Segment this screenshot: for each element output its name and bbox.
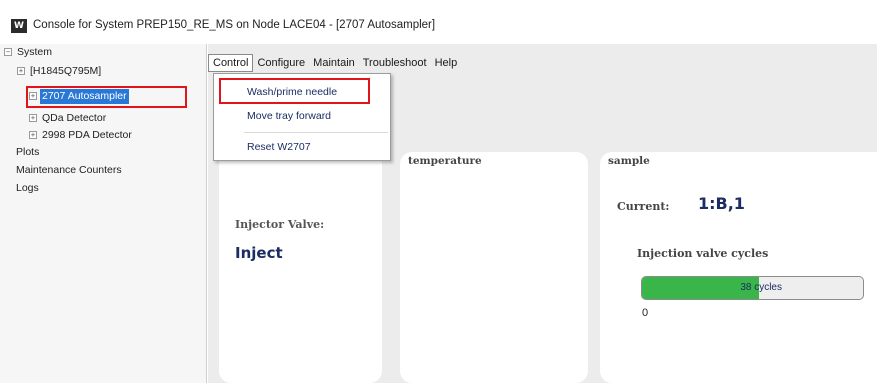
injection-cycles-text: 38 cycles [740,282,782,293]
injector-panel: Injector Valve: Inject [219,152,382,383]
injection-cycles-min: 0 [642,307,649,319]
tree-item-plots[interactable]: Plots [14,145,41,160]
tree-item-label: Logs [16,182,39,194]
current-sample-label: Current: [617,200,670,213]
menu-maintain[interactable]: Maintain [309,54,359,72]
menu-configure[interactable]: Configure [253,54,309,72]
tree-item-pda-detector[interactable]: +2998 PDA Detector [29,128,134,143]
tree-item-label: Plots [16,146,40,158]
expand-icon[interactable]: + [29,131,37,139]
tree-item-system-id[interactable]: + [H1845Q795M] [17,64,103,79]
tree-item-label: 2998 PDA Detector [42,129,132,141]
tree-item-logs[interactable]: Logs [14,181,41,196]
expand-icon[interactable]: + [29,114,37,122]
menu-bar: Control Configure Maintain Troubleshoot Help [208,54,461,72]
tree-item-label: QDa Detector [42,112,107,124]
sample-panel: sample Current: 1:B,1 Injection valve cy… [600,152,877,383]
window-title: Console for System PREP150_RE_MS on Node… [33,19,436,31]
tree-item-label: Maintenance Counters [16,164,122,176]
menu-help[interactable]: Help [431,54,462,72]
tree-item-label: System [17,46,53,58]
menu-item-move-tray-forward[interactable]: Move tray forward [214,105,390,127]
temperature-panel: temperature [400,152,588,383]
temperature-title: temperature [408,155,482,167]
current-sample-value: 1:B,1 [698,194,745,213]
menu-control[interactable]: Control [208,54,254,72]
collapse-icon[interactable]: − [4,48,12,56]
highlight-box-wash-prime [219,78,370,104]
tree-item-qda-detector[interactable]: + QDa Detector [29,111,108,126]
tree-item-label: [H1845Q795M] [30,65,102,77]
sample-title: sample [608,155,650,167]
menu-separator [244,132,388,133]
injector-valve-label: Injector Valve: [235,218,325,231]
app-icon: W [11,19,27,33]
expand-icon[interactable]: + [17,67,25,75]
tree-item-maintenance-counters[interactable]: Maintenance Counters [14,163,124,178]
window-title-bar: W Console for System PREP150_RE_MS on No… [0,0,877,42]
menu-item-reset-w2707[interactable]: Reset W2707 [214,136,390,158]
highlight-box-autosampler [26,86,187,108]
tree-item-system[interactable]: − System [4,45,54,60]
injector-valve-value: Inject [235,244,283,262]
injection-cycles-label: Injection valve cycles [637,247,769,260]
menu-troubleshoot[interactable]: Troubleshoot [359,54,431,72]
injection-cycles-bar: 38 cycles [641,276,864,300]
